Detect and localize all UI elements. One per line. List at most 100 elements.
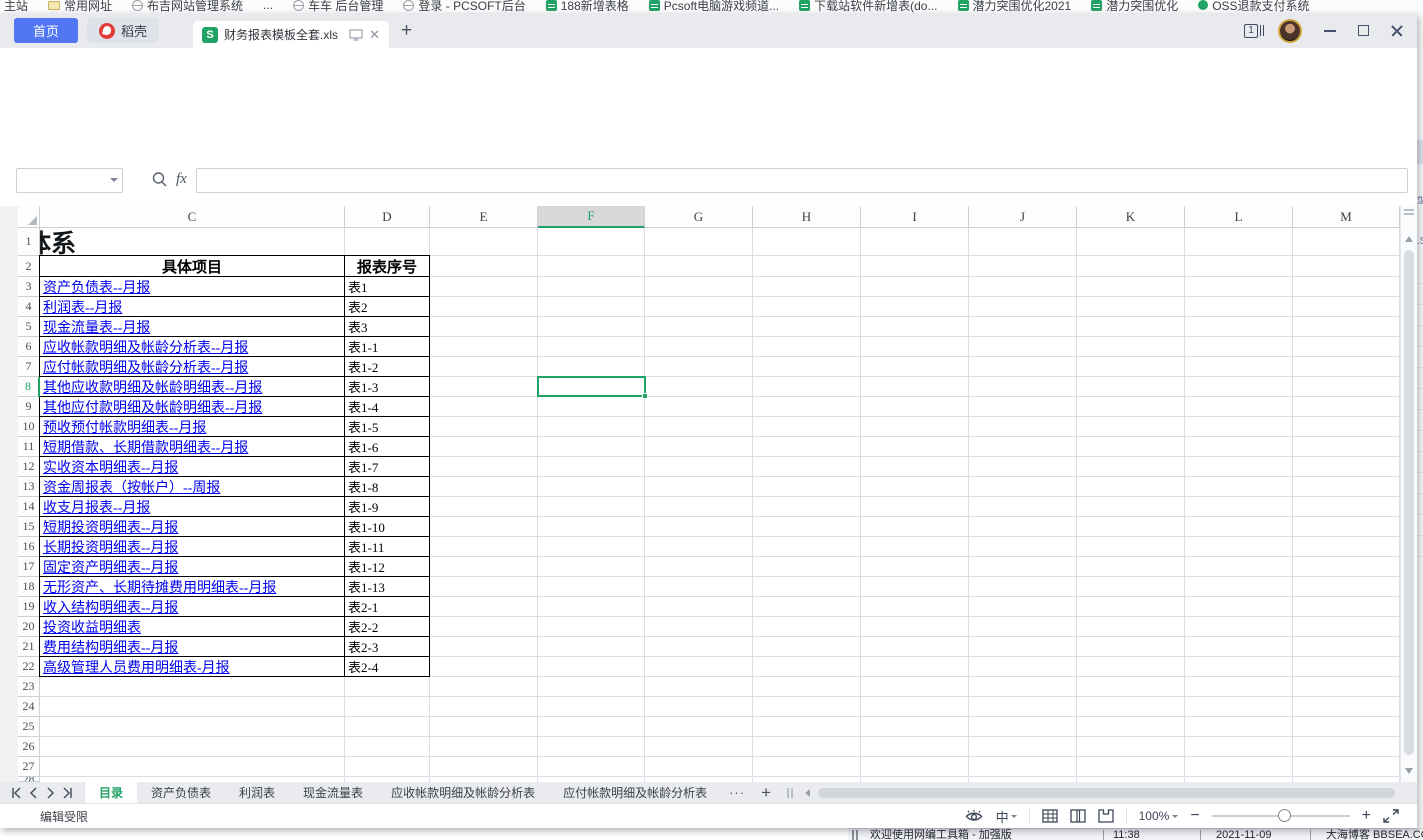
serial-cell[interactable]: 表1-2 [345,357,430,377]
next-sheet-button[interactable] [44,787,56,799]
report-link[interactable]: 资产负债表--月报 [43,277,150,297]
report-link-cell[interactable]: 费用结构明细表--月报 [40,637,345,657]
serial-cell[interactable]: 表1-1 [345,337,430,357]
column-header-D[interactable]: D [345,206,430,228]
report-link-cell[interactable]: 投资收益明细表 [40,617,345,637]
report-link[interactable]: 短期投资明细表--月报 [43,517,178,537]
row-header-19[interactable]: 19 [18,597,40,617]
scroll-up-arrow[interactable] [1405,232,1413,242]
prev-sheet-button[interactable] [28,787,40,799]
bookmark-item[interactable]: Pcsoft电脑游戏频道... [649,0,779,13]
report-link-cell[interactable]: 长期投资明细表--月报 [40,537,345,557]
report-link[interactable]: 利润表--月报 [43,297,122,317]
docer-tab[interactable]: 稻壳 [87,18,159,43]
bookmark-item[interactable]: 登录 - PCSOFT后台 [403,0,525,13]
sheet-tab-目录[interactable]: 目录 [85,782,137,803]
selected-cell-F8[interactable] [537,376,646,397]
row-header-9[interactable]: 9 [18,397,40,417]
column-header-J[interactable]: J [969,206,1077,228]
eye-protection-icon[interactable] [964,809,984,823]
name-box-input[interactable] [16,168,123,193]
zoom-slider-thumb[interactable] [1278,809,1291,822]
serial-cell[interactable]: 表1-11 [345,537,430,557]
row-header-8[interactable]: 8 [18,377,40,397]
report-link[interactable]: 现金流量表--月报 [43,317,150,337]
row-header-11[interactable]: 11 [18,437,40,457]
add-sheet-button[interactable]: + [753,782,779,803]
tab-split-handle[interactable] [787,788,793,798]
sheet-tab-现金流量表[interactable]: 现金流量表 [289,782,377,803]
vertical-scrollbar[interactable] [1400,206,1417,782]
row-header-22[interactable]: 22 [18,657,40,677]
horizontal-scroll-thumb[interactable] [818,788,1395,798]
zoom-level-button[interactable]: 100% [1139,809,1179,823]
horizontal-scrollbar[interactable] [816,788,1399,798]
report-link[interactable]: 费用结构明细表--月报 [43,637,178,657]
bookmark-item[interactable]: 主站 [0,0,28,13]
bookmark-item[interactable]: OSS退款支付系统 [1198,0,1309,13]
bookmark-item[interactable]: 188新增表格 [546,0,629,13]
scroll-left-arrow[interactable] [801,789,810,797]
bookmark-item[interactable]: 下载站软件新增表(do... [799,0,937,13]
row-header-16[interactable]: 16 [18,537,40,557]
report-link[interactable]: 收支月报表--月报 [43,497,150,517]
minimize-button[interactable] [1324,30,1336,32]
sheet-tab-资产负债表[interactable]: 资产负债表 [137,782,225,803]
report-link[interactable]: 投资收益明细表 [43,617,141,637]
column-header-F[interactable]: F [538,206,645,228]
row-header-7[interactable]: 7 [18,357,40,377]
last-sheet-button[interactable] [60,787,74,799]
row-header-20[interactable]: 20 [18,617,40,637]
row-header-3[interactable]: 3 [18,277,40,297]
report-link[interactable]: 高级管理人员费用明细表-月报 [43,657,230,677]
bookmark-item[interactable]: ... [263,0,273,12]
user-avatar[interactable] [1278,19,1302,43]
spreadsheet-grid[interactable]: CDEFGHIJKLM12345678910111213141516171819… [0,206,1417,782]
fill-handle[interactable] [642,393,648,399]
bookmark-item[interactable]: 潜力突围优化 [1091,0,1178,13]
report-link-cell[interactable]: 利润表--月报 [40,297,345,317]
report-link-cell[interactable]: 预收预付帐款明细表--月报 [40,417,345,437]
row-header-14[interactable]: 14 [18,497,40,517]
report-link[interactable]: 实收资本明细表--月报 [43,457,178,477]
serial-cell[interactable]: 表2-4 [345,657,430,677]
formula-input[interactable] [196,168,1408,193]
zoom-in-button[interactable]: + [1362,808,1371,824]
insert-function-button[interactable]: fx [176,171,187,188]
bookmark-item[interactable]: 潜力突围优化2021 [958,0,1072,13]
serial-cell[interactable]: 表3 [345,317,430,337]
share-monitor-icon[interactable] [349,29,363,41]
row-header-4[interactable]: 4 [18,297,40,317]
report-link-cell[interactable]: 实收资本明细表--月报 [40,457,345,477]
sheet-tab-应收帐款明细及帐龄分析表[interactable]: 应收帐款明细及帐龄分析表 [377,782,549,803]
row-header-27[interactable]: 27 [18,757,40,777]
first-sheet-button[interactable] [10,787,24,799]
report-link-cell[interactable]: 现金流量表--月报 [40,317,345,337]
column-header-H[interactable]: H [753,206,861,228]
fullscreen-icon[interactable] [1383,809,1399,823]
row-header-2[interactable]: 2 [18,256,40,277]
maximize-button[interactable] [1358,25,1369,36]
report-link[interactable]: 长期投资明细表--月报 [43,537,178,557]
report-link-cell[interactable]: 固定资产明细表--月报 [40,557,345,577]
serial-cell[interactable]: 表1-3 [345,377,430,397]
row-header-18[interactable]: 18 [18,577,40,597]
report-link[interactable]: 固定资产明细表--月报 [43,557,178,577]
report-link-cell[interactable]: 高级管理人员费用明细表-月报 [40,657,345,677]
report-link-cell[interactable]: 资金周报表（按帐户）--周报 [40,477,345,497]
column-header-M[interactable]: M [1293,206,1400,228]
name-box-caret-icon[interactable] [110,178,118,186]
row-header-15[interactable]: 15 [18,517,40,537]
serial-cell[interactable]: 表1-7 [345,457,430,477]
column-header-K[interactable]: K [1077,206,1185,228]
report-link-cell[interactable]: 无形资产、长期待摊费用明细表--月报 [40,577,345,597]
row-header-6[interactable]: 6 [18,337,40,357]
bookmark-item[interactable]: 车车 后台管理 [293,0,383,13]
report-link[interactable]: 应收帐款明细及帐龄分析表--月报 [43,337,248,357]
row-header-12[interactable]: 12 [18,457,40,477]
report-link[interactable]: 短期借款、长期借款明细表--月报 [43,437,248,457]
row-header-26[interactable]: 26 [18,737,40,757]
serial-cell[interactable]: 表1-4 [345,397,430,417]
scroll-down-arrow[interactable] [1405,768,1413,778]
column-header-C[interactable]: C [40,206,345,228]
